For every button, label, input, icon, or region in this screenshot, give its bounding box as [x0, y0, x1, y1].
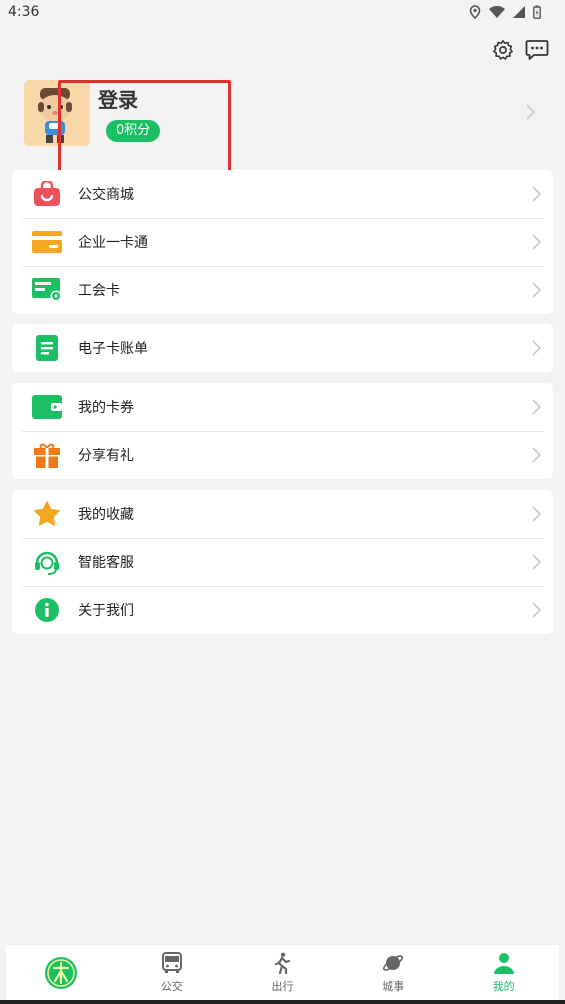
planet-icon [383, 954, 404, 971]
header-actions [491, 38, 549, 62]
message-icon [525, 40, 549, 60]
chevron-right-icon [526, 104, 535, 120]
menu-item-label: 电子卡账单 [78, 341, 148, 357]
gift-icon [32, 440, 62, 470]
walk-icon [275, 952, 291, 974]
status-time: 4:36 [8, 4, 40, 20]
menu-item-e-card-bill[interactable]: 电子卡账单 [12, 324, 553, 372]
status-icons [469, 5, 541, 19]
chevron-right-icon [532, 340, 541, 356]
chevron-right-icon [532, 234, 541, 250]
info-icon [32, 595, 62, 625]
menu-item-my-coupons[interactable]: 我的卡券 [12, 383, 553, 431]
bus-icon [161, 951, 182, 973]
battery-icon [533, 5, 541, 19]
chevron-right-icon [532, 186, 541, 202]
menu-item-label: 分享有礼 [78, 448, 134, 464]
bill-icon [32, 333, 62, 363]
wifi-icon [489, 5, 505, 18]
system-nav-bar [0, 1000, 565, 1004]
bottom-tab-bar: 公交 出行 城事 我的 [6, 944, 559, 1000]
status-bar: 4:36 [0, 0, 565, 24]
menu-item-bus-mall[interactable]: 公交商城 [12, 170, 553, 218]
profile-header[interactable]: 登录 0积分 [0, 70, 565, 174]
menu-item-enterprise-card[interactable]: 企业一卡通 [12, 218, 553, 266]
menu-item-share-gift[interactable]: 分享有礼 [12, 431, 553, 479]
wallet-icon [32, 392, 62, 422]
shopping-bag-icon [32, 179, 62, 209]
menu-item-label: 关于我们 [78, 603, 134, 619]
tab-label: 出行 [271, 979, 294, 993]
tab-label: 我的 [492, 979, 515, 993]
menu-item-label: 公交商城 [78, 187, 134, 203]
card-icon [32, 227, 62, 257]
menu-group-bill: 电子卡账单 [12, 324, 553, 372]
menu-item-label: 工会卡 [78, 283, 120, 299]
menu-item-favorites[interactable]: 我的收藏 [12, 490, 553, 538]
settings-icon [493, 40, 513, 60]
menu-item-label: 企业一卡通 [78, 235, 148, 251]
menu-item-label: 我的卡券 [78, 400, 134, 416]
chevron-right-icon [532, 506, 541, 522]
person-icon [493, 952, 514, 974]
menu-item-label: 智能客服 [78, 555, 134, 571]
menu-item-label: 我的收藏 [78, 507, 134, 523]
location-icon [469, 5, 481, 19]
menu-item-about-us[interactable]: 关于我们 [12, 586, 553, 634]
highlight-box [58, 80, 231, 174]
chevron-right-icon [532, 399, 541, 415]
tab-label: 公交 [160, 979, 183, 993]
menu-group-shop: 公交商城 企业一卡通 工会卡 [12, 170, 553, 314]
settings-button[interactable] [491, 38, 515, 62]
chevron-right-icon [532, 282, 541, 298]
tab-bus[interactable]: 公交 [117, 945, 228, 1000]
message-button[interactable] [525, 38, 549, 62]
menu-group-coupons: 我的卡券 分享有礼 [12, 383, 553, 479]
chevron-right-icon [532, 447, 541, 463]
tab-home[interactable] [6, 945, 117, 1000]
tab-city[interactable]: 城事 [338, 945, 449, 1000]
menu-item-union-card[interactable]: 工会卡 [12, 266, 553, 314]
union-card-icon [32, 275, 62, 305]
headset-icon [32, 547, 62, 577]
app-logo-icon [45, 956, 78, 989]
signal-icon [513, 6, 525, 18]
chevron-right-icon [532, 554, 541, 570]
star-icon [32, 499, 62, 529]
menu-item-smart-service[interactable]: 智能客服 [12, 538, 553, 586]
tab-mine[interactable]: 我的 [448, 945, 559, 1000]
tab-label: 城事 [382, 979, 405, 993]
menu-group-service: 我的收藏 智能客服 关于我们 [12, 490, 553, 634]
tab-travel[interactable]: 出行 [227, 945, 338, 1000]
chevron-right-icon [532, 602, 541, 618]
